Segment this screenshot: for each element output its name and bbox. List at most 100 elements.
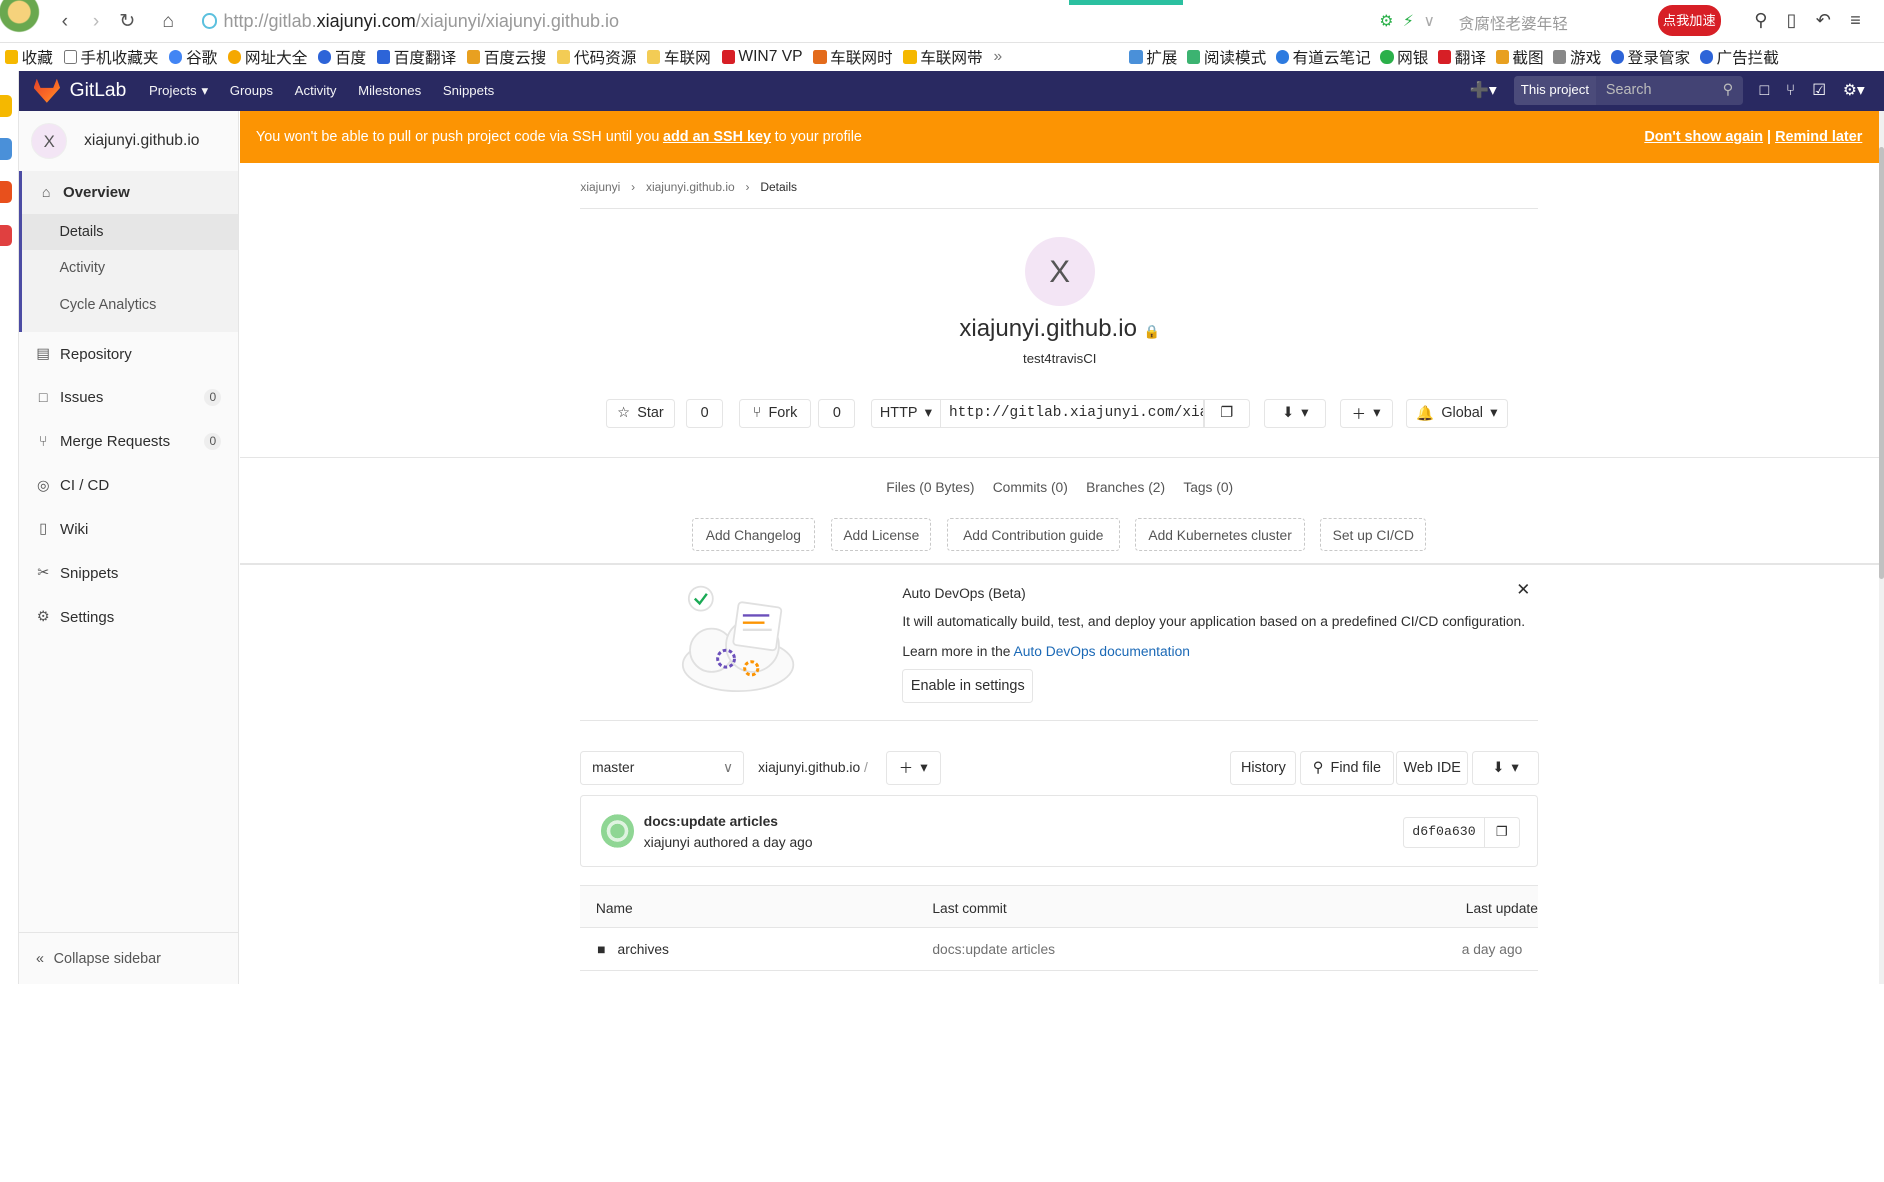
forward-icon[interactable]: › <box>84 10 108 34</box>
home-icon[interactable]: ⌂ <box>156 10 180 34</box>
star-button[interactable]: ☆ Star <box>605 398 676 428</box>
ext-games[interactable]: 游戏 <box>1553 46 1601 68</box>
dont-show-again-link[interactable]: Don't show again <box>1644 129 1763 145</box>
promo-button[interactable]: 点我加速 <box>1658 4 1721 37</box>
sidebar-sub-cycle-analytics[interactable]: Cycle Analytics <box>22 287 238 323</box>
side-weibo-icon[interactable] <box>0 181 12 204</box>
bookmark-baidu-cloud[interactable]: 百度云搜 <box>467 46 546 68</box>
add-license-button[interactable]: Add License <box>831 517 932 552</box>
nav-milestones[interactable]: Milestones <box>358 83 421 98</box>
new-item-icon[interactable]: ➕▾ <box>1469 81 1496 100</box>
bookmark-code-folder[interactable]: 代码资源 <box>557 46 636 68</box>
repo-path-root[interactable]: xiajunyi.github.io <box>758 759 860 775</box>
notification-level-dropdown[interactable]: 🔔 Global ▾ <box>1405 398 1508 428</box>
table-row[interactable]: ■ archives docs:update articles a day ag… <box>580 928 1538 971</box>
sidebar-item-settings[interactable]: ⚙ Settings <box>19 595 238 639</box>
bookmark-favorites[interactable]: 收藏 <box>4 46 53 68</box>
browser-profile-avatar[interactable] <box>0 0 41 37</box>
ext-extensions[interactable]: 扩展 <box>1129 46 1177 68</box>
browser-search-box[interactable]: 贪腐怪老婆年轻 <box>1459 12 1568 34</box>
add-changelog-button[interactable]: Add Changelog <box>692 517 815 552</box>
add-kubernetes-cluster-button[interactable]: Add Kubernetes cluster <box>1135 517 1305 552</box>
ext-reading-mode[interactable]: 阅读模式 <box>1187 46 1266 68</box>
issues-icon[interactable]: □ <box>1760 82 1769 100</box>
side-mail-icon[interactable] <box>0 224 12 247</box>
stat-files[interactable]: Files (0 Bytes) <box>886 479 974 495</box>
bookmark-baidu[interactable]: 百度 <box>318 46 366 68</box>
search-input[interactable]: Search ⚲ <box>1596 76 1743 106</box>
bookmark-hao[interactable]: 网址大全 <box>228 46 307 68</box>
nav-groups[interactable]: Groups <box>230 83 273 98</box>
sidebar-item-snippets[interactable]: ✂ Snippets <box>19 551 238 595</box>
commit-author-avatar[interactable] <box>600 814 635 849</box>
add-contribution-guide-button[interactable]: Add Contribution guide <box>946 517 1120 552</box>
ext-banking[interactable]: 网银 <box>1380 46 1428 68</box>
repo-download-dropdown[interactable]: ⬇ ▾ <box>1471 750 1540 785</box>
history-button[interactable]: History <box>1230 750 1297 785</box>
stat-tags[interactable]: Tags (0) <box>1183 479 1233 495</box>
bookmark-iov-time[interactable]: 车联网时 <box>813 46 893 68</box>
sidebar-item-repository[interactable]: ▤ Repository <box>19 332 238 376</box>
todos-icon[interactable]: ☑ <box>1812 81 1826 100</box>
bookmark-win7[interactable]: WIN7 VP <box>721 48 803 66</box>
add-new-dropdown[interactable]: ＋ ▾ <box>1339 398 1393 428</box>
ext-screenshot[interactable]: 截图 <box>1495 46 1544 68</box>
ext-translate[interactable]: 翻译 <box>1437 46 1486 68</box>
find-file-button[interactable]: ⚲ Find file <box>1300 750 1394 785</box>
search-scope[interactable]: This project <box>1513 76 1597 106</box>
user-avatar-menu[interactable]: ⚙▾ <box>1843 81 1865 100</box>
add-file-dropdown[interactable]: ＋ ▾ <box>885 750 941 785</box>
nav-activity[interactable]: Activity <box>295 83 337 98</box>
ext-login-manager[interactable]: 登录管家 <box>1610 46 1690 68</box>
ext-adblock[interactable]: 广告拦截 <box>1699 46 1779 68</box>
copy-url-button[interactable]: ❐ <box>1203 398 1250 428</box>
sidebar-item-ci-cd[interactable]: ◎ CI / CD <box>19 464 238 508</box>
commit-message-link[interactable]: docs:update articles <box>644 813 778 829</box>
sidebar-item-wiki[interactable]: ▯ Wiki <box>19 508 238 552</box>
reading-icon[interactable]: ▯ <box>1787 10 1797 31</box>
collapse-sidebar-button[interactable]: « Collapse sidebar <box>19 932 238 984</box>
undo-icon[interactable]: ↶ <box>1816 10 1831 31</box>
security-shield-icon[interactable]: ⚙ <box>1379 12 1393 31</box>
address-bar[interactable]: http://gitlab.xiajunyi.com/xiajunyi/xiaj… <box>223 11 619 32</box>
bookmark-iov-band[interactable]: 车联网带 <box>903 46 983 68</box>
menu-icon[interactable]: ≡ <box>1850 10 1861 31</box>
breadcrumb-owner[interactable]: xiajunyi <box>580 180 620 194</box>
site-info-icon[interactable] <box>201 13 218 29</box>
sidebar-sub-details[interactable]: Details <box>22 214 239 251</box>
enable-in-settings-button[interactable]: Enable in settings <box>902 669 1034 703</box>
scrollbar-thumb[interactable] <box>1879 146 1884 580</box>
lightning-icon[interactable]: ⚡ <box>1403 12 1414 31</box>
fork-count[interactable]: 0 <box>818 398 856 428</box>
back-icon[interactable]: ‹ <box>53 10 77 34</box>
page-scrollbar[interactable] <box>1879 110 1884 985</box>
breadcrumb-project[interactable]: xiajunyi.github.io <box>646 180 735 194</box>
search-icon[interactable]: ⚲ <box>1754 10 1767 31</box>
clone-protocol-select[interactable]: HTTP ▾ <box>871 398 941 428</box>
stat-commits[interactable]: Commits (0) <box>993 479 1068 495</box>
star-count[interactable]: 0 <box>686 398 724 428</box>
sidebar-project-header[interactable]: X xiajunyi.github.io <box>19 111 238 171</box>
bookmark-google[interactable]: 谷歌 <box>169 46 217 68</box>
stat-branches[interactable]: Branches (2) <box>1086 479 1165 495</box>
close-icon[interactable]: ✕ <box>1516 579 1530 600</box>
sidebar-item-overview[interactable]: ⌂ Overview <box>22 171 238 215</box>
reload-icon[interactable]: ↻ <box>115 10 139 34</box>
side-docs-icon[interactable] <box>0 138 12 160</box>
sidebar-item-issues[interactable]: □ Issues 0 <box>19 376 238 420</box>
fork-button[interactable]: ⑂ Fork <box>738 398 811 428</box>
clone-url-input[interactable]: http://gitlab.xiajunyi.com/xiajunyi/xiaj… <box>939 398 1204 428</box>
setup-ci-cd-button[interactable]: Set up CI/CD <box>1320 517 1427 552</box>
nav-projects[interactable]: Projects ▾ <box>149 83 208 99</box>
commit-sha-link[interactable]: d6f0a630 <box>1403 816 1485 849</box>
file-name-link[interactable]: archives <box>618 941 669 957</box>
remind-later-link[interactable]: Remind later <box>1775 129 1862 145</box>
copy-sha-button[interactable]: ❐ <box>1483 816 1520 849</box>
file-commit-link[interactable]: docs:update articles <box>932 941 1055 957</box>
auto-devops-docs-link[interactable]: Auto DevOps documentation <box>1014 643 1190 659</box>
download-dropdown[interactable]: ⬇ ▾ <box>1263 398 1327 428</box>
gitlab-home-link[interactable]: GitLab <box>33 78 149 103</box>
sidebar-item-merge-requests[interactable]: ⑂ Merge Requests 0 <box>19 420 238 464</box>
ext-youdao-note[interactable]: 有道云笔记 <box>1275 46 1371 68</box>
sidebar-sub-activity[interactable]: Activity <box>22 250 238 286</box>
